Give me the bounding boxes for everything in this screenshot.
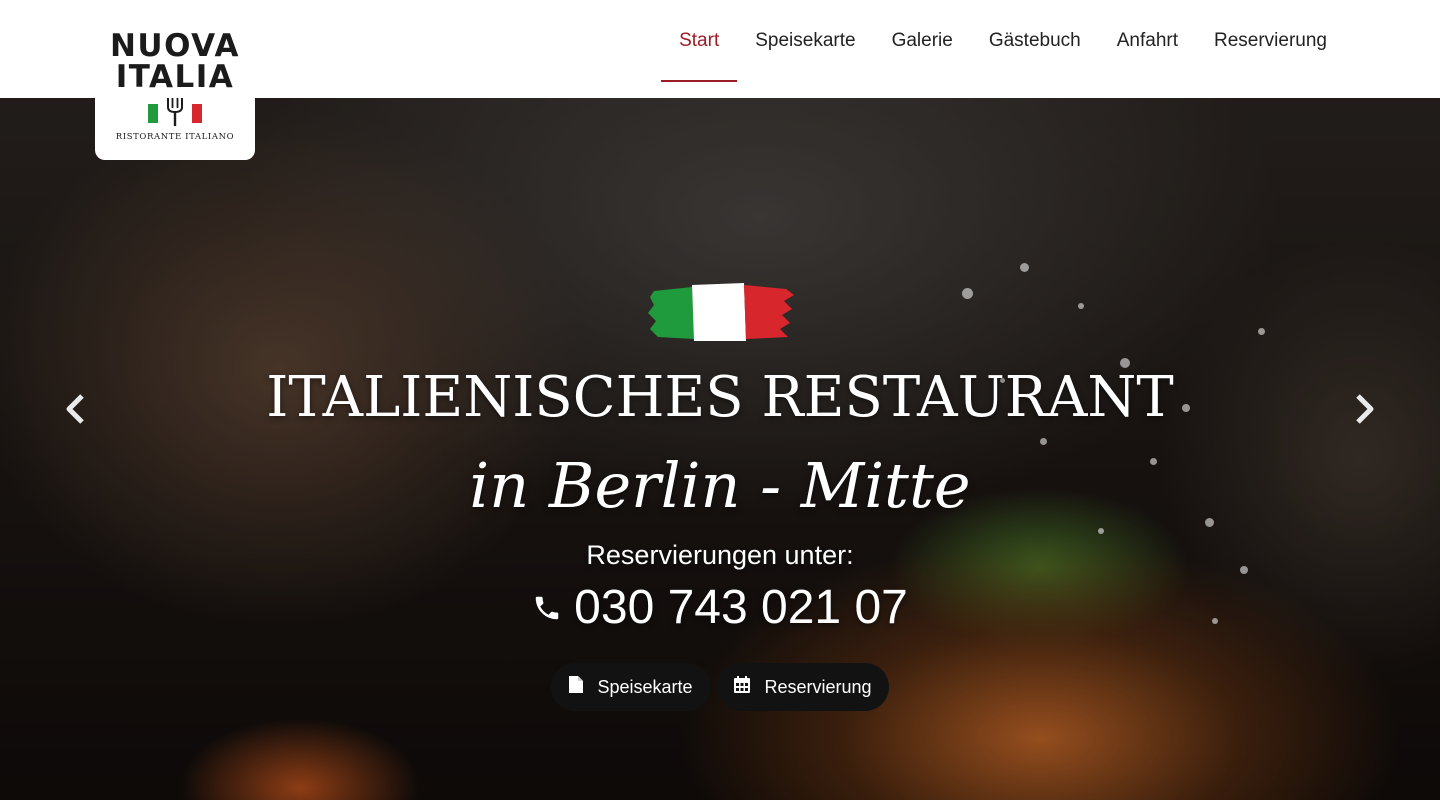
logo-line-1: NUOVA bbox=[109, 28, 241, 64]
nav-item-reservierung[interactable]: Reservierung bbox=[1196, 0, 1345, 82]
slider-next-button[interactable] bbox=[1345, 386, 1385, 436]
hero-content: ITALIENISCHES RESTAURANT in Berlin - Mit… bbox=[0, 98, 1440, 800]
nav-item-speisekarte[interactable]: Speisekarte bbox=[737, 0, 873, 82]
main-navigation: Start Speisekarte Galerie Gästebuch Anfa… bbox=[661, 0, 1345, 98]
nav-item-anfahrt[interactable]: Anfahrt bbox=[1099, 0, 1196, 82]
chevron-right-icon bbox=[1354, 393, 1376, 429]
logo-subtitle: RISTORANTE ITALIANO bbox=[115, 132, 235, 142]
nav-item-start[interactable]: Start bbox=[661, 0, 738, 82]
hero-subtitle-script: in Berlin - Mitte bbox=[469, 449, 971, 522]
slider-prev-button[interactable] bbox=[55, 386, 95, 436]
speisekarte-button-label: Speisekarte bbox=[597, 676, 693, 697]
reservation-label: Reservierungen unter: bbox=[586, 540, 854, 570]
chevron-left-icon bbox=[64, 393, 86, 429]
phone-number-text: 030 743 021 07 bbox=[574, 581, 908, 634]
logo[interactable]: NUOVA ITALIA RISTORANTE ITALIANO bbox=[95, 0, 255, 160]
logo-emblem bbox=[148, 97, 202, 127]
phone-icon bbox=[532, 580, 562, 636]
hero-slider: ITALIENISCHES RESTAURANT in Berlin - Mit… bbox=[0, 98, 1440, 800]
hero-title: ITALIENISCHES RESTAURANT bbox=[266, 365, 1174, 430]
nav-item-galerie[interactable]: Galerie bbox=[874, 0, 971, 82]
logo-flag-green bbox=[148, 104, 158, 123]
nav-item-gaestebuch[interactable]: Gästebuch bbox=[971, 0, 1099, 82]
speisekarte-button[interactable]: Speisekarte bbox=[551, 663, 711, 711]
calendar-icon bbox=[734, 676, 751, 698]
reservierung-button[interactable]: Reservierung bbox=[717, 663, 889, 711]
logo-line-2: ITALIA bbox=[115, 59, 235, 95]
reservierung-button-label: Reservierung bbox=[764, 676, 872, 697]
hero-buttons: Speisekarte Reservierung bbox=[0, 663, 1440, 711]
phone-number[interactable]: 030 743 021 07 bbox=[0, 580, 1440, 636]
document-icon bbox=[569, 676, 584, 698]
logo-flag-red bbox=[192, 104, 202, 123]
italian-flag-brush-icon bbox=[648, 283, 794, 341]
